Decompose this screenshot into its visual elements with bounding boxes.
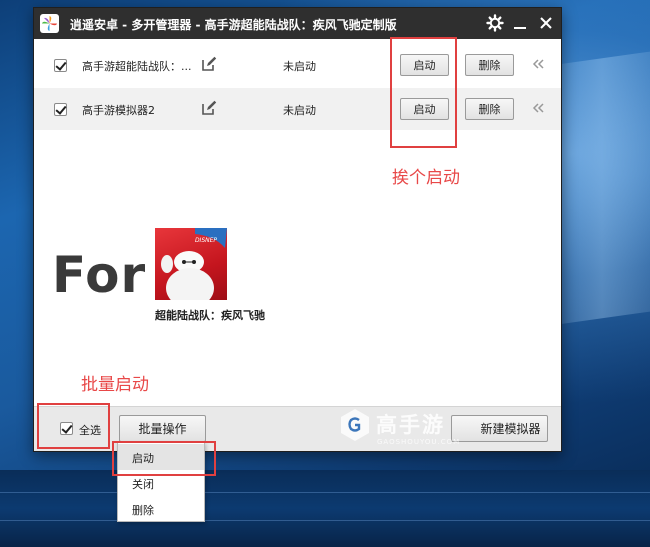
instance-row: 高手游模拟器2 未启动 启动 删除	[34, 88, 561, 130]
floor-line	[0, 520, 650, 521]
desktop-floor	[0, 470, 650, 547]
menu-start-highlight	[112, 441, 216, 476]
instance-name: 高手游模拟器2	[82, 104, 155, 117]
collapse-arrows-icon[interactable]	[531, 101, 545, 115]
instance-checkbox[interactable]	[54, 59, 67, 72]
close-icon[interactable]	[536, 13, 556, 33]
edit-icon[interactable]	[201, 56, 217, 72]
batch-operations-button[interactable]: 批量操作	[119, 415, 206, 442]
floor-line	[0, 492, 650, 493]
swap-start-annotation: 挨个启动	[392, 168, 460, 188]
watermark-text: 高手游	[376, 413, 445, 437]
batch-start-annotation: 批量启动	[81, 375, 149, 395]
watermark-logo-icon	[341, 409, 369, 441]
multi-instance-manager-window: 逍遥安卓 - 多开管理器 - 高手游超能陆战队：疾风飞驰定制版 高手游超能陆战队…	[33, 7, 562, 452]
game-icon-badge: DISNEP	[195, 237, 217, 244]
collapse-arrows-icon[interactable]	[531, 57, 545, 71]
edit-icon[interactable]	[201, 100, 217, 116]
watermark: 高手游 GAOSHOUYOU.COM	[335, 405, 485, 451]
window-title: 逍遥安卓 - 多开管理器 - 高手游超能陆战队：疾风飞驰定制版	[70, 18, 397, 32]
game-icon: DISNEP	[155, 228, 227, 300]
instance-name: 高手游超能陆战队：...	[82, 60, 192, 73]
game-name: 超能陆战队：疾风飞驰	[155, 309, 265, 322]
watermark-subtext: GAOSHOUYOU.COM	[377, 438, 461, 446]
instance-status: 未启动	[283, 104, 316, 117]
delete-button[interactable]: 删除	[465, 98, 514, 120]
minimize-icon[interactable]	[510, 13, 530, 33]
app-logo-icon	[40, 14, 59, 33]
title-bar[interactable]: 逍遥安卓 - 多开管理器 - 高手游超能陆战队：疾风飞驰定制版	[34, 8, 561, 39]
for-text: For	[52, 246, 147, 304]
start-buttons-highlight	[390, 37, 457, 148]
delete-button[interactable]: 删除	[465, 54, 514, 76]
instance-checkbox[interactable]	[54, 103, 67, 116]
instance-status: 未启动	[283, 60, 316, 73]
instance-row: 高手游超能陆战队：... 未启动 启动 删除	[34, 44, 561, 86]
gear-icon[interactable]	[485, 13, 505, 33]
menu-item-delete[interactable]: 删除	[118, 496, 204, 522]
select-all-highlight	[37, 403, 110, 449]
